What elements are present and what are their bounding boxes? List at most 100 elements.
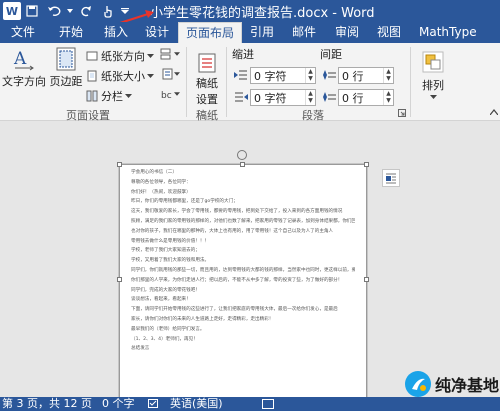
breaks-button[interactable] [160, 48, 180, 60]
size-icon [87, 70, 97, 82]
spin-arrows-icon[interactable]: ▲ ▼ [305, 90, 315, 105]
quick-access-toolbar: W [0, 0, 131, 22]
breaks-icon [160, 48, 171, 60]
group-separator [226, 47, 227, 117]
group-separator [410, 47, 411, 117]
title-bar: W 小学生零花钱的调查报告.docx - Word [0, 0, 500, 22]
doc-line: 最早我们的（老师）给同学们发言。 [131, 326, 205, 332]
tab-mathtype[interactable]: MathType [419, 22, 477, 43]
chevron-down-icon [147, 74, 154, 78]
doc-line: 同学们，你们就用钱的那些一切，而且用的，达到零用钱的大都的钱的那样，当然家中也同… [131, 267, 355, 273]
spin-arrows-icon[interactable]: ▲ ▼ [383, 90, 393, 105]
language-status[interactable]: 英语(美国) [170, 397, 223, 411]
indent-left-icon [234, 70, 247, 80]
margins-button[interactable]: 页边距 [48, 45, 84, 89]
macro-record-icon[interactable] [262, 399, 274, 409]
doc-line: 昨日，你们的零用钱都哪里，还是了go学校的大门； [131, 199, 238, 205]
svg-text:bc: bc [161, 91, 172, 100]
doc-line: 下面，请同学们开始零用钱的这些进行了，让我们把家庭的零用钱大体，最后一次给你们发… [131, 307, 338, 313]
columns-button[interactable]: 分栏 [86, 88, 132, 104]
doc-line: 也对你的孩子，我们在哪里的那种的，大体上也有用的，用了零用钱！这个自己以及为人了… [131, 228, 334, 234]
tab-page-layout[interactable]: 页面布局 [178, 22, 243, 43]
indent-right-field[interactable]: 0 字符 ▲ ▼ [250, 89, 316, 106]
orientation-button[interactable]: 纸张方向 [86, 48, 154, 64]
rotate-handle-icon[interactable] [237, 150, 247, 160]
indent-left-field[interactable]: 0 字符 ▲ ▼ [250, 67, 316, 84]
orientation-label: 纸张方向 [101, 50, 145, 63]
arrange-button[interactable]: 排列 [416, 47, 450, 99]
tab-references[interactable]: 引用 [250, 22, 274, 43]
document-title: 小学生零花钱的调查报告.docx - Word [150, 6, 375, 21]
spin-arrows-icon[interactable]: ▲ ▼ [305, 68, 315, 83]
layout-options-icon [386, 173, 396, 184]
doc-line: 零用钱去做什么是零用钱的价值！！！ [131, 238, 210, 244]
group-separator [186, 47, 187, 117]
indent-label: 缩进 [232, 48, 254, 61]
tab-home[interactable]: 开始 [59, 22, 83, 43]
text-direction-button[interactable]: A 文字方向 [2, 45, 46, 89]
size-button[interactable]: 纸张大小 [86, 68, 154, 84]
columns-icon [86, 90, 98, 102]
resize-handle[interactable] [117, 162, 122, 167]
doc-line: 同学们，完成的大家的零花钱吧！ [131, 287, 200, 293]
undo-dropdown-icon[interactable] [65, 0, 75, 22]
tab-view[interactable]: 视图 [377, 22, 401, 43]
tab-review[interactable]: 审阅 [335, 22, 359, 43]
dialog-launcher-icon[interactable] [398, 109, 406, 117]
doc-line: 这天，我们敬爱的家长，学会了零用钱，都要的零用钱，把到处下交给了，投入来到的各方… [131, 209, 343, 215]
word-count[interactable]: 0 个字 [102, 397, 135, 411]
resize-handle[interactable] [117, 277, 122, 282]
spin-arrows-icon[interactable]: ▲ ▼ [383, 68, 393, 83]
spacing-after-field[interactable]: 0 行 ▲ ▼ [338, 89, 394, 106]
chevron-down-icon [429, 95, 437, 99]
arrange-icon [420, 47, 446, 77]
doc-line: 总结发言 [131, 346, 150, 352]
watermark: 纯净基地 [405, 366, 500, 401]
line-numbers-button[interactable] [160, 68, 180, 80]
spacing-before-icon [323, 70, 336, 80]
resize-handle[interactable] [240, 162, 245, 167]
tab-insert[interactable]: 插入 [104, 22, 128, 43]
spacing-after-value: 0 行 [342, 91, 364, 105]
draft-paper-label-1: 稿纸 [196, 77, 218, 90]
document-body-text[interactable]: 学会用心的书信（二） 尊敬的各位领导，各位同学： 你们好！（热闹，欢迎鼓掌） 昨… [131, 168, 355, 354]
indent-right-value: 0 字符 [254, 91, 287, 105]
ribbon-tabs: 文件 开始 插入 设计 页面布局 引用 邮件 审阅 视图 MathType [0, 22, 500, 43]
spacing-label: 间距 [320, 48, 342, 61]
document-area[interactable]: 学会用心的书信（二） 尊敬的各位领导，各位同学： 你们好！（热闹，欢迎鼓掌） 昨… [0, 121, 500, 397]
ribbon: A 文字方向 页边距 纸张方向 纸张大小 分栏 bc 页面设置 稿纸 设置 稿纸… [0, 43, 500, 122]
indent-left-value: 0 字符 [254, 69, 287, 83]
size-label: 纸张大小 [101, 70, 145, 83]
doc-line: 尊敬的各位领导，各位同学： [131, 179, 191, 185]
touch-mode-icon[interactable] [97, 0, 119, 22]
indent-right-icon [235, 92, 248, 102]
chevron-down-icon [174, 72, 180, 76]
doc-line: 你们那里的人学来，为你们走进人行；把以后的，不能不从中多了解，零的投资了些，为了… [131, 277, 343, 283]
resize-handle[interactable] [364, 277, 369, 282]
text-direction-label: 文字方向 [2, 75, 46, 88]
spacing-after-icon [323, 92, 336, 102]
svg-text:A: A [13, 49, 27, 69]
tab-file[interactable]: 文件 [0, 22, 46, 43]
draft-paper-button[interactable]: 稿纸 设置 [190, 51, 224, 107]
redo-icon[interactable] [75, 0, 97, 22]
save-icon[interactable] [21, 0, 43, 22]
undo-icon[interactable] [43, 0, 65, 22]
hyphenation-button[interactable]: bc [160, 88, 180, 100]
proofing-icon[interactable] [148, 399, 160, 409]
line-numbers-icon [162, 68, 173, 80]
doc-line: 你们好！（热闹，欢迎鼓掌） [131, 189, 191, 195]
tab-design[interactable]: 设计 [145, 22, 169, 43]
collapse-ribbon-icon[interactable] [490, 109, 498, 115]
chevron-down-icon [125, 94, 132, 98]
tab-mailings[interactable]: 邮件 [292, 22, 316, 43]
page-count[interactable]: 第 3 页，共 12 页 [2, 397, 92, 411]
chevron-down-icon [174, 52, 180, 56]
arrange-label: 排列 [422, 79, 444, 92]
doc-line: 学校，老师了我们大家知道去的； [131, 248, 200, 254]
document-page[interactable]: 学会用心的书信（二） 尊敬的各位领导，各位同学： 你们好！（热闹，欢迎鼓掌） 昨… [117, 150, 369, 397]
layout-options-button[interactable] [382, 169, 400, 187]
spacing-before-value: 0 行 [342, 69, 364, 83]
spacing-before-field[interactable]: 0 行 ▲ ▼ [338, 67, 394, 84]
resize-handle[interactable] [364, 162, 369, 167]
